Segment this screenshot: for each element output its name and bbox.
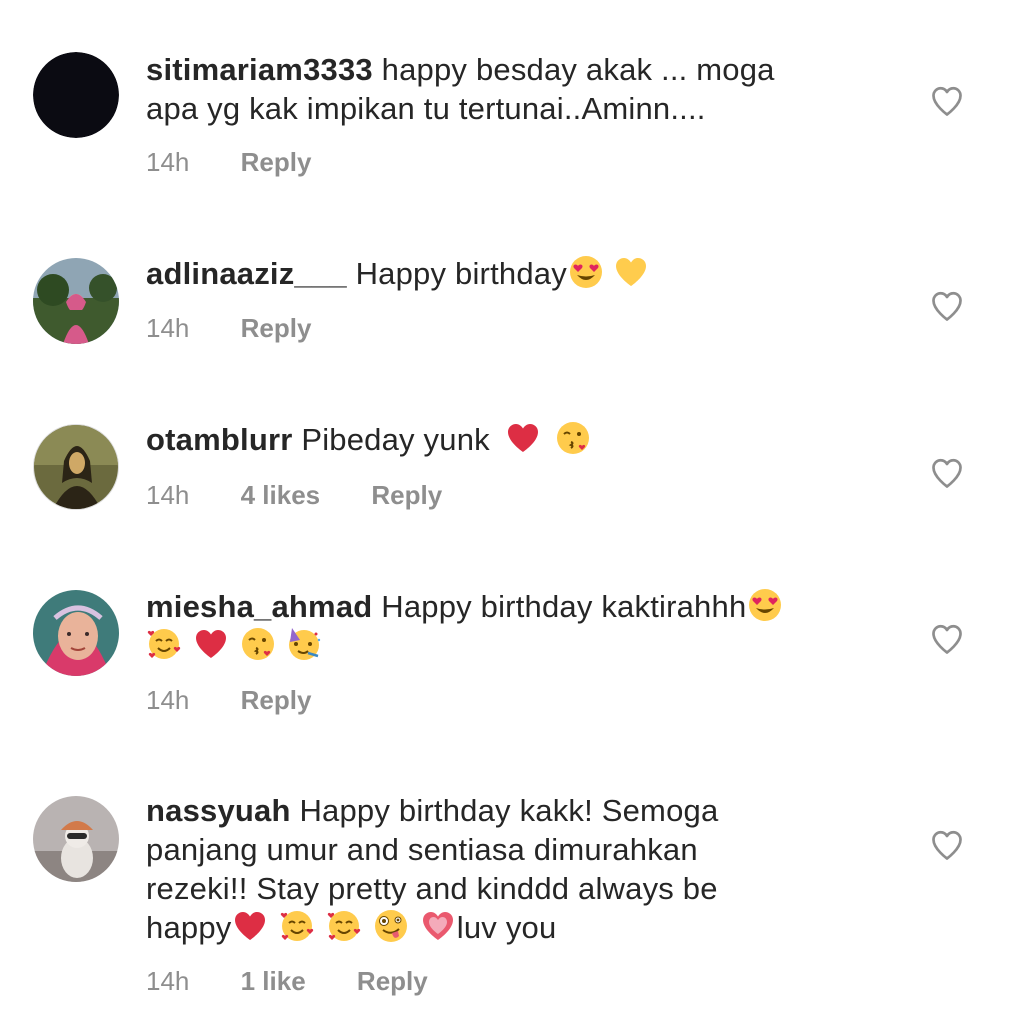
comment-username[interactable]: otamblurr [146,422,292,457]
comment-time: 14h [146,480,190,510]
like-heart-icon[interactable] [928,288,966,324]
smiling-hearts-emoji-icon [146,626,182,662]
comment-text: otamblurr Pibeday yunk [146,420,866,459]
like-heart-icon[interactable] [928,827,966,863]
comment-time: 14h [146,147,190,177]
comment-text: miesha_ahmad Happy birthday kaktirahhh [146,587,866,665]
red-heart-emoji-icon [193,626,229,662]
comment-line: happy besday akak ... moga [381,52,775,87]
comment-meta: 14h Reply [146,685,311,715]
comment-username[interactable]: sitimariam3333 [146,52,373,87]
reply-button[interactable]: Reply [241,147,312,177]
party-face-emoji-icon [286,626,322,662]
pink-heart-emoji-icon [420,908,456,944]
yellow-heart-emoji-icon [613,254,649,290]
comment-line: rezeki!! Stay pretty and kinddd always b… [146,871,718,906]
comment-meta: 14h 4 likes Reply [146,480,442,510]
avatar[interactable] [33,258,119,344]
comment-text: adlinaaziz___ Happy birthday [146,254,866,293]
comment-meta: 14h Reply [146,313,311,343]
comment-meta: 14h Reply [146,147,311,177]
kiss-emoji-icon [240,626,276,662]
like-heart-icon[interactable] [928,621,966,657]
comment-line: happy [146,910,232,945]
reply-button[interactable]: Reply [357,966,428,996]
likes-count[interactable]: 4 likes [241,480,321,510]
heart-eyes-emoji-icon [747,587,783,623]
red-heart-emoji-icon [505,420,541,456]
likes-count[interactable]: 1 like [241,966,306,996]
avatar[interactable] [33,52,119,138]
smiling-hearts-emoji-icon [326,908,362,944]
comment-username[interactable]: nassyuah [146,793,291,828]
reply-button[interactable]: Reply [241,313,312,343]
comment-username[interactable]: miesha_ahmad [146,589,372,624]
comment-line: Happy birthday [355,256,567,291]
smiling-hearts-emoji-icon [279,908,315,944]
comment-meta: 14h 1 like Reply [146,966,428,996]
red-heart-emoji-icon [232,908,268,944]
zany-face-emoji-icon [373,908,409,944]
avatar[interactable] [33,424,119,510]
heart-eyes-emoji-icon [568,254,604,290]
comment-line: Happy birthday kakk! Semoga [299,793,719,828]
comment-line: luv you [456,910,557,945]
comment-text: sitimariam3333 happy besday akak ... mog… [146,50,866,128]
comment-time: 14h [146,313,190,343]
comment-line: panjang umur and sentiasa dimurahkan [146,832,698,867]
reply-button[interactable]: Reply [241,685,312,715]
like-heart-icon[interactable] [928,455,966,491]
comment-time: 14h [146,966,190,996]
avatar[interactable] [33,590,119,676]
comment-line: Pibeday yunk [301,422,490,457]
reply-button[interactable]: Reply [371,480,442,510]
kiss-emoji-icon [555,420,591,456]
comment-line: apa yg kak impikan tu tertunai..Aminn...… [146,91,706,126]
comment-line: Happy birthday kaktirahhh [381,589,747,624]
comment-username[interactable]: adlinaaziz___ [146,256,347,291]
comment-text: nassyuah Happy birthday kakk! Semoga pan… [146,791,866,947]
comment-time: 14h [146,685,190,715]
avatar[interactable] [33,796,119,882]
like-heart-icon[interactable] [928,83,966,119]
